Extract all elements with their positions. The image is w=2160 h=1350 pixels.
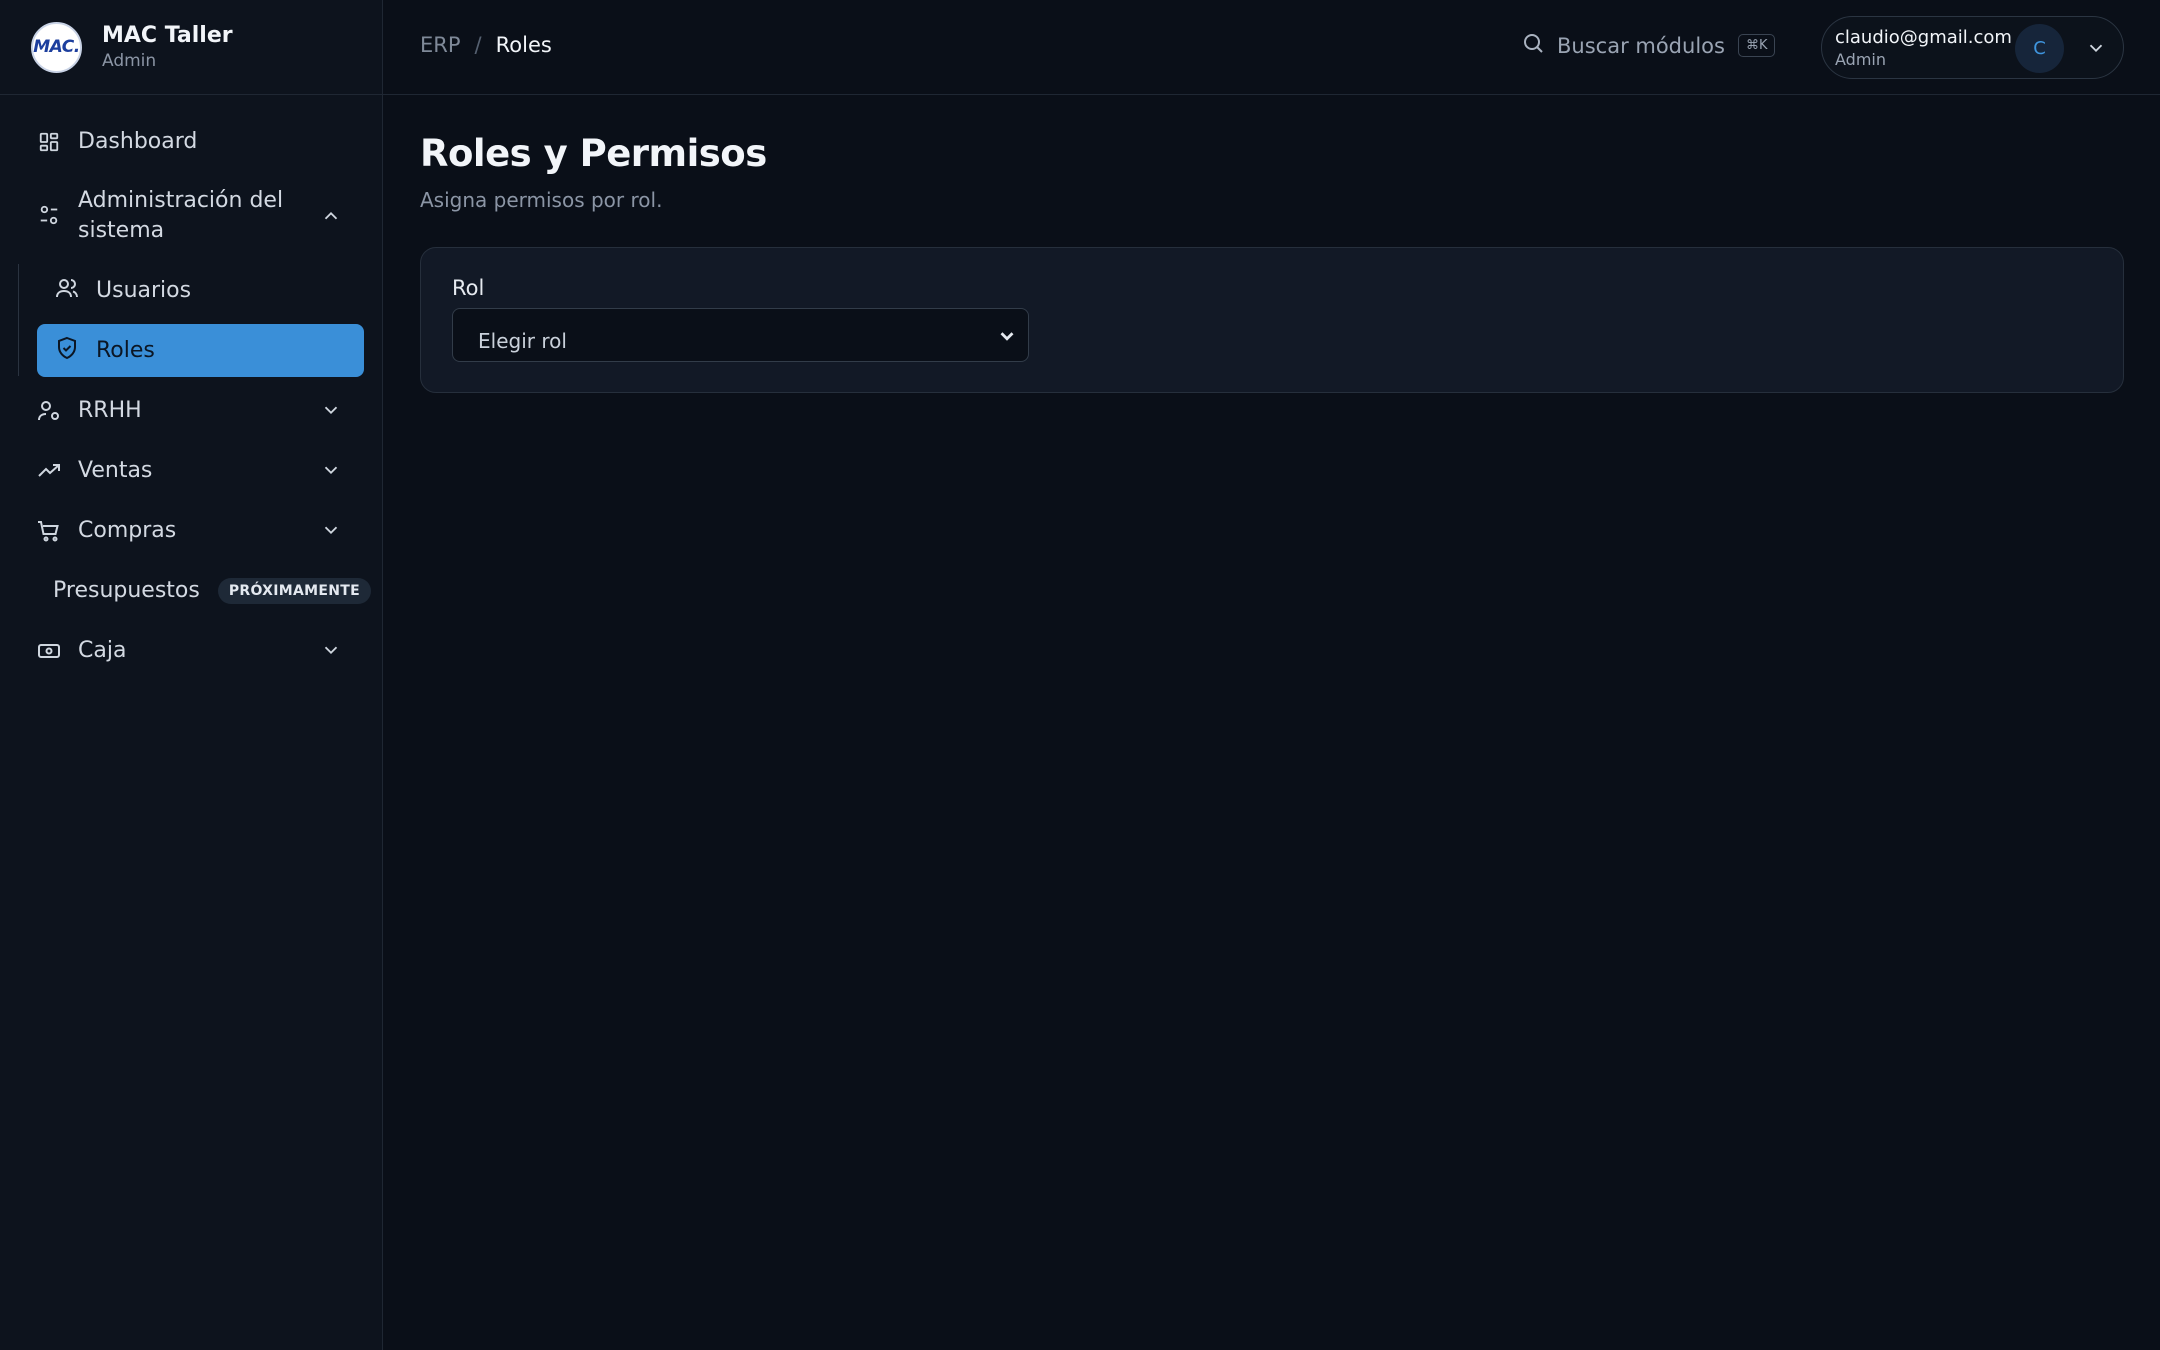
user-cog-icon (37, 399, 61, 423)
sidebar-item-label: Administración del sistema (78, 188, 284, 243)
top-bar: ERP / Roles Buscar módulos ⌘K claudio@gm… (383, 0, 2160, 95)
breadcrumb-root[interactable]: ERP (420, 33, 461, 57)
app-root: MAC. MAC Taller Admin Dashboard Administ… (0, 0, 2160, 1350)
sidebar-item-label: Caja (78, 638, 127, 663)
breadcrumb-current: Roles (495, 33, 552, 57)
role-select[interactable]: Elegir rol (452, 308, 1029, 362)
users-icon (55, 276, 79, 306)
chevron-down-icon (320, 519, 344, 543)
user-menu[interactable]: claudio@gmail.com Admin C (1821, 16, 2124, 79)
sidebar-subitem-label: Roles (96, 338, 155, 363)
search-shortcut: ⌘K (1737, 34, 1776, 57)
sidebar-item-presupuestos[interactable]: Presupuestos PRÓXIMAMENTE (53, 576, 380, 606)
page-subtitle: Asigna permisos por rol. (420, 188, 663, 212)
search-icon (1521, 31, 1545, 60)
submenu-guide-line (18, 264, 19, 376)
sidebar-subitem-roles[interactable]: Roles (37, 324, 364, 377)
avatar: C (2015, 24, 2064, 73)
sidebar-item-compras[interactable]: Compras (37, 516, 364, 546)
sidebar-item-label: Compras (78, 518, 177, 543)
sliders-icon (37, 203, 61, 227)
role-select-value: Elegir rol (478, 329, 567, 353)
sidebar-item-caja[interactable]: Caja (37, 636, 364, 666)
shield-check-icon (55, 336, 79, 366)
breadcrumb: ERP / Roles (420, 33, 552, 57)
dashboard-grid-icon (37, 130, 61, 154)
chevron-down-icon (320, 459, 344, 483)
chevron-down-icon (320, 399, 344, 423)
brand-header: MAC. MAC Taller Admin (0, 0, 382, 95)
brand-name: MAC Taller (102, 22, 233, 48)
sidebar-item-label: Presupuestos (53, 578, 200, 603)
brand-logo: MAC. (31, 21, 82, 73)
sidebar-item-label: Dashboard (78, 129, 198, 154)
user-email: claudio@gmail.com (1835, 27, 2012, 48)
sidebar-subitem-label: Usuarios (96, 278, 192, 303)
search-label: Buscar módulos (1557, 33, 1725, 58)
module-search[interactable]: Buscar módulos ⌘K (1521, 31, 1776, 60)
sidebar-item-ventas[interactable]: Ventas (37, 456, 364, 486)
brand-role: Admin (102, 50, 157, 71)
role-field-label: Rol (452, 276, 485, 300)
coming-soon-badge: PRÓXIMAMENTE (217, 578, 371, 604)
sidebar-item-label: RRHH (78, 398, 142, 423)
chevron-down-icon (2085, 37, 2107, 59)
sidebar-item-rrhh[interactable]: RRHH (37, 396, 364, 426)
page-title: Roles y Permisos (420, 132, 767, 175)
chevron-down-icon (320, 639, 344, 663)
chevron-up-icon (320, 205, 344, 229)
sidebar: MAC. MAC Taller Admin Dashboard Administ… (0, 0, 383, 1350)
brand-text: MAC Taller Admin (102, 23, 233, 72)
sidebar-item-label: Ventas (78, 458, 153, 483)
user-role: Admin (1835, 50, 1886, 69)
sidebar-subitem-usuarios[interactable]: Usuarios (37, 264, 364, 317)
sidebar-item-admin[interactable]: Administración del sistema (37, 186, 364, 248)
sidebar-item-dashboard[interactable]: Dashboard (37, 127, 364, 157)
trending-up-icon (37, 459, 61, 483)
role-select-card: Rol Elegir rol (420, 247, 2124, 393)
breadcrumb-separator: / (474, 33, 482, 57)
banknote-icon (37, 639, 61, 663)
shopping-cart-icon (37, 519, 61, 543)
chevron-down-icon (996, 325, 1018, 347)
